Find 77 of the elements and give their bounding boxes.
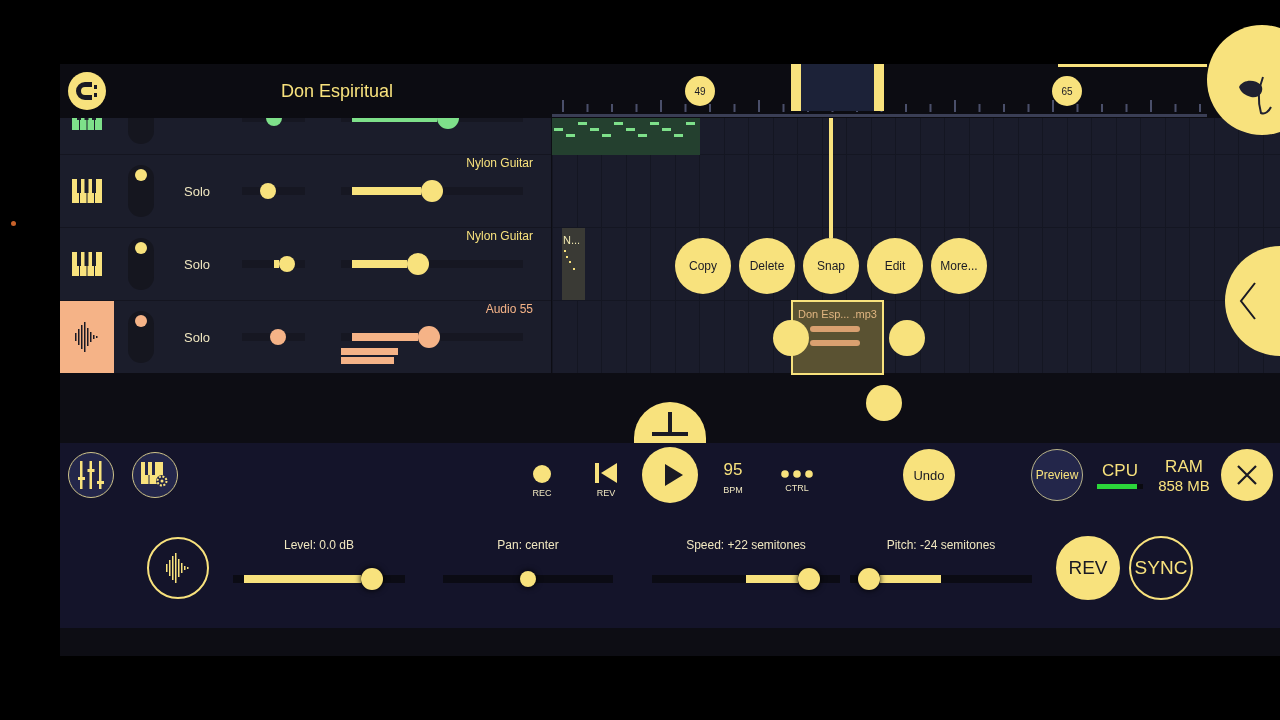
play-icon xyxy=(662,464,683,486)
menu-button[interactable]: Snap xyxy=(803,238,859,294)
track-icon-button[interactable] xyxy=(60,301,114,373)
tempo-value[interactable]: 95 xyxy=(723,459,743,480)
mixer-button[interactable] xyxy=(68,452,114,498)
mute-toggle[interactable] xyxy=(128,165,154,217)
rewind-icon[interactable] xyxy=(595,462,617,483)
bar-marker[interactable]: 65 xyxy=(1052,76,1082,106)
slider-fill xyxy=(352,260,407,268)
mute-toggle[interactable] xyxy=(128,238,154,290)
slider-fill xyxy=(352,187,421,195)
piano-gear-icon xyxy=(141,462,169,488)
waveform-icon xyxy=(165,552,191,583)
slider-label: Level: 0.0 dB xyxy=(283,537,355,554)
menu-button[interactable]: Copy xyxy=(675,238,731,294)
track-name: Audio 55 xyxy=(485,302,533,316)
close-icon xyxy=(1236,464,1258,486)
control-label: CTRL xyxy=(785,482,809,493)
slider-label: Pitch: -24 semitones xyxy=(886,537,996,554)
clip-label: N... xyxy=(562,233,582,248)
undo-button[interactable]: Undo xyxy=(903,449,955,501)
slider-fill xyxy=(746,574,799,583)
bar-marker[interactable]: 49 xyxy=(685,76,715,106)
loop-region[interactable] xyxy=(791,64,884,111)
move-handle[interactable] xyxy=(866,385,902,421)
tempo-label: BPM xyxy=(723,484,743,495)
toggle-button[interactable]: SYNC xyxy=(1129,535,1193,600)
resize-handle[interactable] xyxy=(773,320,809,356)
record-button[interactable] xyxy=(533,464,551,483)
slider[interactable] xyxy=(233,567,405,590)
chevron-left-icon xyxy=(1239,281,1257,321)
clip[interactable]: N... xyxy=(562,228,585,300)
solo-button[interactable]: Solo xyxy=(184,256,234,272)
pan-slider[interactable] xyxy=(242,256,305,272)
ram-label: RAM xyxy=(1165,456,1203,477)
preview-button[interactable]: Preview xyxy=(1031,449,1083,501)
audio-button[interactable] xyxy=(147,536,209,599)
pan-slider[interactable] xyxy=(242,329,305,345)
clip[interactable] xyxy=(552,118,700,155)
solo-button[interactable]: Solo xyxy=(184,183,234,199)
menu-button[interactable]: Edit xyxy=(867,238,923,294)
rewind-label: REV xyxy=(596,487,616,498)
add-button[interactable] xyxy=(634,402,706,443)
piano-settings-button[interactable] xyxy=(132,452,178,498)
track-name: Nylon Guitar xyxy=(466,229,533,243)
play-button[interactable] xyxy=(642,447,698,503)
cpu-label: CPU xyxy=(1102,461,1138,481)
ram-value: 858 MB xyxy=(1158,476,1210,494)
project-title: Don Espiritual xyxy=(281,80,394,102)
waveform-icon xyxy=(74,322,100,352)
toggle-button[interactable]: REV xyxy=(1056,535,1120,600)
menu-button[interactable]: Delete xyxy=(739,238,795,294)
timeline-ruler[interactable]: 49 65 xyxy=(552,64,1207,118)
volume-slider[interactable] xyxy=(341,180,523,202)
slider[interactable] xyxy=(652,567,840,590)
more-dots-icon[interactable] xyxy=(781,469,813,478)
solo-button[interactable]: Solo xyxy=(184,329,234,345)
slider-fill xyxy=(880,574,941,583)
slider-label: Speed: +22 semitones xyxy=(686,537,806,554)
record-label: REC xyxy=(532,487,552,498)
pan-slider[interactable] xyxy=(242,183,305,199)
close-button[interactable] xyxy=(1221,449,1273,501)
mute-toggle[interactable] xyxy=(128,311,154,363)
volume-slider[interactable] xyxy=(341,253,523,275)
volume-slider[interactable] xyxy=(341,326,523,348)
menu-button[interactable]: More... xyxy=(931,238,987,294)
slider-label: Pan: center xyxy=(497,537,559,554)
magnet-button[interactable] xyxy=(68,72,106,110)
indicator-dot xyxy=(11,221,16,226)
slider[interactable] xyxy=(850,567,1032,590)
track-name: Nylon Guitar xyxy=(466,156,533,170)
slider-fill xyxy=(273,260,279,268)
clip[interactable]: Don Esp... .mp3 xyxy=(791,300,884,375)
resize-handle[interactable] xyxy=(889,320,925,356)
mixer-icon xyxy=(78,461,104,489)
plus-icon xyxy=(652,412,688,436)
slider-fill xyxy=(352,333,418,341)
